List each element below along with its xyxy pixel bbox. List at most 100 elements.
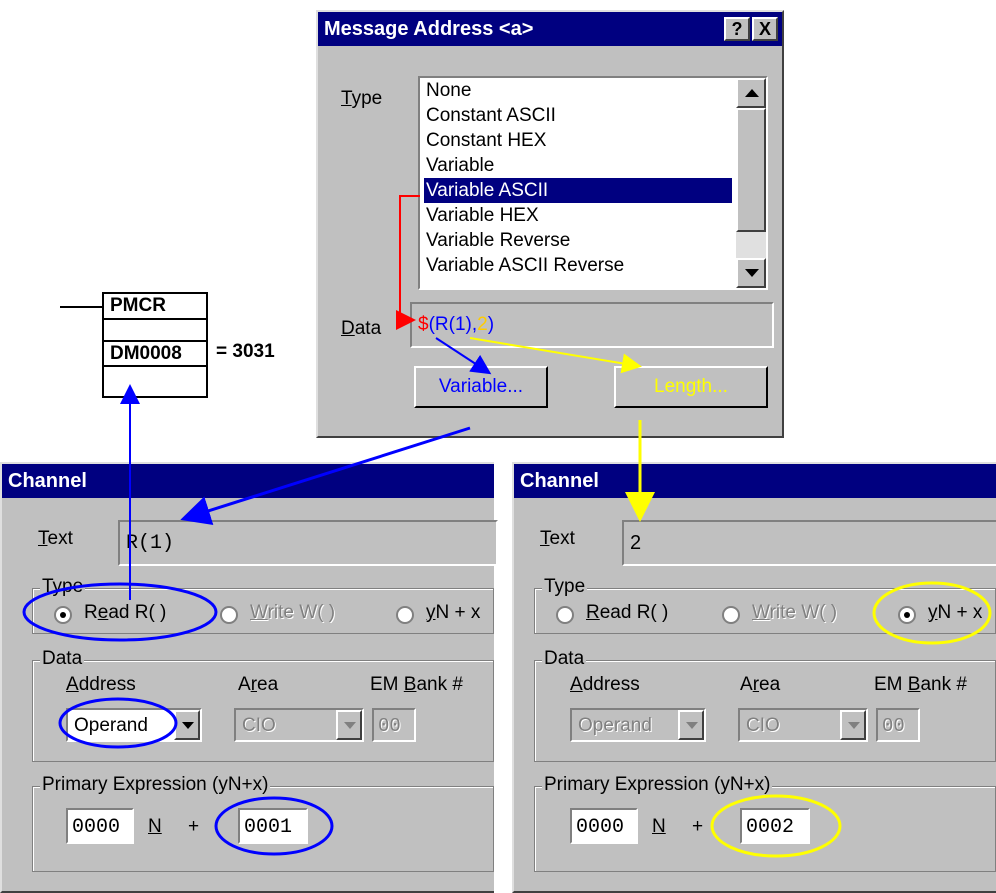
type-label: Type [341, 88, 383, 109]
channel-left-title: Channel [8, 470, 87, 492]
n-label: N [652, 816, 666, 837]
address-combo-value: Operand [578, 715, 652, 736]
write-radio[interactable] [722, 606, 740, 624]
chevron-down-icon [848, 722, 860, 729]
plus-label: + [188, 816, 200, 837]
area-combo: CIO [234, 708, 364, 742]
address-label: Address [570, 674, 640, 695]
x-field[interactable]: 0001 [238, 808, 308, 844]
data-expr-length: 2 [477, 314, 488, 335]
channel-dialog-right: Channel Text 2 Type Read R( ) Write W( )… [512, 462, 996, 893]
channel-right-title-bar: Channel [514, 464, 996, 498]
x-field-value: 0001 [244, 816, 293, 839]
type-group-label: Type [542, 576, 588, 598]
x-field[interactable]: 0002 [740, 808, 810, 844]
type-group-label: Type [40, 576, 86, 598]
area-label: Area [238, 674, 279, 695]
close-button[interactable]: X [752, 17, 778, 41]
scroll-down-button[interactable] [736, 258, 766, 288]
text-label: Text [540, 528, 575, 549]
scroll-up-button[interactable] [736, 78, 766, 108]
ladder-instruction-name: PMCR [110, 295, 166, 316]
ladder-operand: DM0008 [110, 343, 182, 364]
write-radio-label: Write W( ) [250, 602, 336, 623]
channel-right-title: Channel [520, 470, 599, 492]
read-radio-label: Read R( ) [586, 602, 669, 623]
expression-group-label: Primary Expression (yN+x) [542, 774, 773, 796]
n-field-value: 0000 [72, 816, 121, 839]
chevron-down-icon [344, 722, 356, 729]
scroll-up-icon [745, 89, 759, 97]
n-field-value: 0000 [576, 816, 625, 839]
text-field-value: R(1) [126, 532, 175, 555]
area-label: Area [740, 674, 781, 695]
type-list-item[interactable]: Variable Reverse [424, 228, 732, 253]
em-bank-field: 00 [876, 708, 920, 742]
type-list-item[interactable]: Constant ASCII [424, 103, 732, 128]
n-label: N [148, 816, 162, 837]
channel-left-title-bar: Channel [2, 464, 494, 498]
x-field-value: 0002 [746, 816, 795, 839]
expression-group-label: Primary Expression (yN+x) [40, 774, 271, 796]
write-radio-label: Write W( ) [752, 602, 838, 623]
n-field[interactable]: 0000 [66, 808, 134, 844]
em-bank-value: 00 [378, 715, 401, 737]
data-expr-dollar: $ [418, 314, 429, 335]
type-list-item[interactable]: None [424, 78, 732, 103]
yn-radio-label: yN + x [426, 602, 481, 623]
area-dropdown-button [840, 710, 866, 740]
length-button[interactable]: Length... [614, 366, 768, 408]
ladder-rung-line [60, 306, 102, 308]
em-bank-field: 00 [372, 708, 416, 742]
text-field[interactable]: 2 [622, 520, 996, 566]
type-list-item[interactable]: Variable ASCII Reverse [424, 253, 732, 278]
data-group-label: Data [40, 648, 85, 670]
data-label: Data [341, 318, 382, 339]
type-listbox[interactable]: None Constant ASCII Constant HEX Variable Va… [418, 76, 768, 290]
em-bank-value: 00 [882, 715, 905, 737]
text-field-value: 2 [630, 532, 642, 554]
type-list-item[interactable]: Constant HEX [424, 128, 732, 153]
type-list-item[interactable]: Variable HEX [424, 203, 732, 228]
type-list-item[interactable]: Variable [424, 153, 732, 178]
chevron-down-icon [182, 722, 194, 729]
variable-button[interactable]: Variable... [414, 366, 548, 408]
address-label: Address [66, 674, 136, 695]
text-label: Text [38, 528, 73, 549]
plus-label: + [692, 816, 704, 837]
dialog-title-bar: Message Address <a> ? X [318, 12, 782, 46]
ladder-instruction-box: PMCR DM0008 [102, 292, 208, 398]
n-field[interactable]: 0000 [570, 808, 638, 844]
yn-radio[interactable] [898, 606, 916, 624]
read-radio[interactable] [54, 606, 72, 624]
ladder-operand-value: = 3031 [216, 341, 275, 362]
area-combo: CIO [738, 708, 868, 742]
read-radio[interactable] [556, 606, 574, 624]
type-list-item[interactable]: Variable ASCII [424, 178, 732, 203]
yn-radio[interactable] [396, 606, 414, 624]
help-button[interactable]: ? [724, 17, 750, 41]
scroll-thumb[interactable] [736, 108, 766, 232]
area-dropdown-button [336, 710, 362, 740]
listbox-scrollbar[interactable] [736, 78, 766, 288]
read-radio-label: Read R( ) [84, 602, 167, 623]
chevron-down-icon [686, 722, 698, 729]
em-bank-label: EM Bank # [874, 674, 967, 695]
address-dropdown-button[interactable] [174, 710, 200, 740]
scroll-down-icon [745, 269, 759, 277]
address-combo[interactable]: Operand [66, 708, 202, 742]
area-combo-value: CIO [242, 715, 276, 736]
message-address-dialog: Message Address <a> ? X Type None Constan… [316, 10, 784, 438]
area-combo-value: CIO [746, 715, 780, 736]
channel-dialog-left: Channel Text R(1) Type Read R( ) Write W… [0, 462, 498, 893]
em-bank-label: EM Bank # [370, 674, 463, 695]
address-combo: Operand [570, 708, 706, 742]
text-field[interactable]: R(1) [118, 520, 498, 566]
data-group-label: Data [542, 648, 587, 670]
dialog-title: Message Address <a> [324, 18, 534, 40]
address-dropdown-button [678, 710, 704, 740]
yn-radio-label: yN + x [928, 602, 983, 623]
address-combo-value: Operand [74, 715, 148, 736]
write-radio[interactable] [220, 606, 238, 624]
data-field[interactable]: $(R(1),2) [410, 302, 774, 348]
